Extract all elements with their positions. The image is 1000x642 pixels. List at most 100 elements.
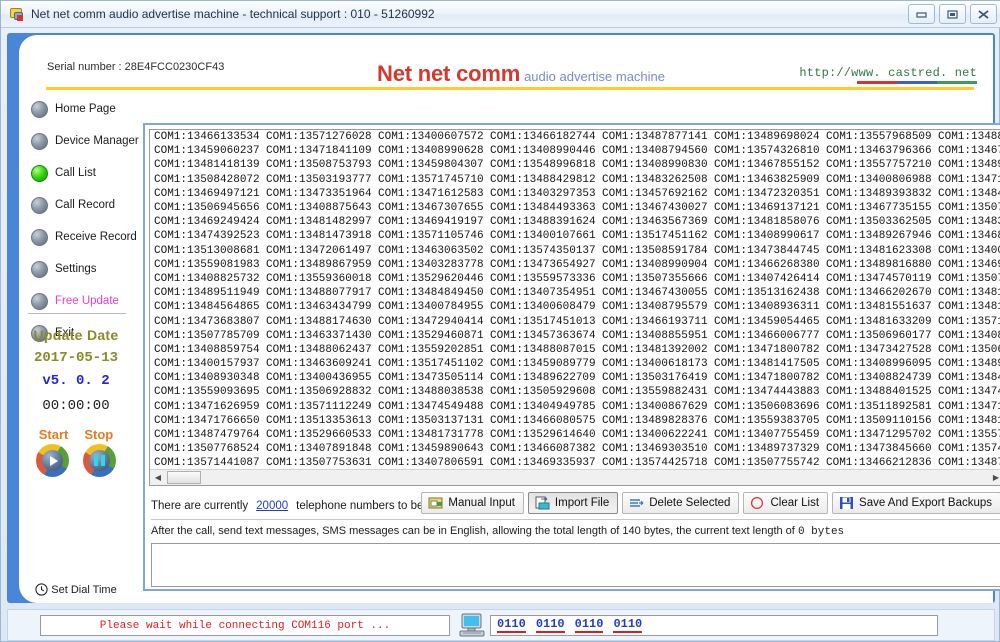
call-list-cell[interactable]: COM1:13506960177: [822, 330, 934, 342]
call-list-cell[interactable]: COM1:13548996818: [486, 159, 598, 171]
call-list-cell[interactable]: COM1:13529614640: [486, 429, 598, 441]
call-list-row[interactable]: COM1:13469249424 COM1:13481482997 COM1:134…: [150, 215, 1000, 229]
call-list-cell[interactable]: COM1:13408996095: [822, 358, 934, 370]
call-list-cell[interactable]: COM1:13557757210: [822, 159, 934, 171]
save-export-button[interactable]: Save And Export Backups: [832, 492, 1000, 514]
call-list-row[interactable]: COM1:13408825732 COM1:13559360018 COM1:135…: [150, 272, 1000, 286]
call-list-row[interactable]: COM1:13507785709 COM1:13463371430 COM1:135…: [150, 329, 1000, 343]
call-list-cell[interactable]: COM1:13481417505: [710, 358, 822, 370]
call-list-cell[interactable]: COM1:13400867629: [598, 401, 710, 413]
call-list-cell[interactable]: COM1:13507355666: [598, 273, 710, 285]
call-list-cell[interactable]: COM1:13466193711: [598, 316, 710, 328]
call-list-cell[interactable]: COM1:13559882431: [598, 386, 710, 398]
call-list-cell[interactable]: COM1:13403283778: [374, 259, 486, 271]
call-list-cell[interactable]: COM1:13487877141: [598, 131, 710, 143]
call-list-cell[interactable]: COM1:13472320351: [710, 188, 822, 200]
call-list-cell[interactable]: COM1:13473427528: [822, 344, 934, 356]
call-list-cell[interactable]: COM1:13505929608: [486, 386, 598, 398]
call-list-cell[interactable]: COM1:13468792933: [934, 230, 1000, 242]
call-list-cell[interactable]: COM1:13503193777: [262, 174, 374, 186]
website-link[interactable]: http://www. castred. net: [799, 66, 977, 84]
call-list-cell[interactable]: COM1:13408930348: [150, 372, 262, 384]
call-list-cell[interactable]: COM1:13489816880: [822, 259, 934, 271]
call-list-cell[interactable]: COM1:13472940414: [374, 316, 486, 328]
call-list-cell[interactable]: COM1:13481482997: [262, 216, 374, 228]
call-list-cell[interactable]: COM1:13489288079: [934, 159, 1000, 171]
call-list-cell[interactable]: COM1:13513162438: [710, 287, 822, 299]
call-list-cell[interactable]: COM1:13463567369: [598, 216, 710, 228]
call-list-cell[interactable]: COM1:13489698024: [710, 131, 822, 143]
call-list-cell[interactable]: COM1:13466133534: [150, 131, 262, 143]
call-list-row[interactable]: COM1:13559093695 COM1:13506928832 COM1:134…: [150, 385, 1000, 399]
call-list-cell[interactable]: COM1:13457692162: [598, 188, 710, 200]
call-list-cell[interactable]: COM1:13571105746: [374, 230, 486, 242]
call-list-cell[interactable]: COM1:13481418139: [150, 159, 262, 171]
call-list-cell[interactable]: COM1:13529660533: [262, 429, 374, 441]
call-list-cell[interactable]: COM1:13571441087: [150, 457, 262, 469]
call-list-cell[interactable]: COM1:13467855152: [710, 159, 822, 171]
call-list-cell[interactable]: COM1:13488077917: [262, 287, 374, 299]
call-list-cell[interactable]: COM1:13408859754: [150, 344, 262, 356]
call-list-cell[interactable]: COM1:13463825909: [710, 174, 822, 186]
call-list-cell[interactable]: COM1:13408855951: [598, 330, 710, 342]
call-list-cell[interactable]: COM1:13574425718: [598, 457, 710, 469]
call-list-cell[interactable]: COM1:13506083696: [710, 401, 822, 413]
call-list-cell[interactable]: COM1:13559081983: [150, 259, 262, 271]
call-list-cell[interactable]: COM1:13488038538: [374, 386, 486, 398]
call-list-row[interactable]: COM1:13559081983 COM1:13489867959 COM1:134…: [150, 258, 1000, 272]
call-list-cell[interactable]: COM1:13408990446: [486, 145, 598, 157]
manual-input-button[interactable]: Manual Input: [421, 492, 524, 514]
call-list-cell[interactable]: COM1:13400806988: [822, 174, 934, 186]
call-list-cell[interactable]: COM1:13459060237: [150, 145, 262, 157]
call-list-cell[interactable]: COM1:13559383705: [710, 415, 822, 427]
call-list-row[interactable]: COM1:13508428072 COM1:13503193777 COM1:135…: [150, 173, 1000, 187]
call-list-cell[interactable]: COM1:13508428072: [150, 174, 262, 186]
delete-selected-button[interactable]: Delete Selected: [622, 492, 740, 514]
call-list-cell[interactable]: COM1:13459054465: [710, 316, 822, 328]
call-list-cell[interactable]: COM1:13408990617: [710, 230, 822, 242]
call-list-cell[interactable]: COM1:13517451102: [374, 358, 486, 370]
call-list-cell[interactable]: COM1:13463434799: [262, 301, 374, 313]
call-list-cell[interactable]: COM1:13469249424: [150, 216, 262, 228]
set-dial-time-button[interactable]: Set Dial Time: [19, 583, 133, 596]
call-list-cell[interactable]: COM1:13574350137: [486, 245, 598, 257]
call-list-cell[interactable]: COM1:13487558808: [934, 457, 1000, 469]
call-list-cell[interactable]: COM1:13400622241: [598, 429, 710, 441]
call-list-cell[interactable]: COM1:13513008681: [150, 245, 262, 257]
sidebar-item-home-page[interactable]: Home Page: [25, 93, 133, 125]
call-list-row[interactable]: COM1:13513008681 COM1:13472061497 COM1:134…: [150, 244, 1000, 258]
call-list-cell[interactable]: COM1:13489793736: [934, 358, 1000, 370]
scrollbar-thumb[interactable]: [167, 471, 201, 484]
call-list-row[interactable]: COM1:13473683807 COM1:13488174630 COM1:134…: [150, 314, 1000, 328]
call-list-cell[interactable]: COM1:13467735155: [822, 202, 934, 214]
call-list-cell[interactable]: COM1:13463063502: [374, 245, 486, 257]
call-list-row[interactable]: COM1:13400157937 COM1:13463609241 COM1:135…: [150, 357, 1000, 371]
call-list-cell[interactable]: COM1:13467430055: [598, 287, 710, 299]
call-list-cell[interactable]: COM1:13507393231: [934, 202, 1000, 214]
call-list-cell[interactable]: COM1:13489393832: [822, 188, 934, 200]
call-list-cell[interactable]: COM1:13484691774: [934, 372, 1000, 384]
call-list-cell[interactable]: COM1:13469137121: [710, 202, 822, 214]
call-list-cell[interactable]: COM1:13408794560: [598, 145, 710, 157]
sidebar-item-call-record[interactable]: Call Record: [25, 189, 133, 221]
call-list-cell[interactable]: COM1:13489267946: [822, 230, 934, 242]
call-list-cell[interactable]: COM1:13571276028: [262, 131, 374, 143]
sidebar-item-settings[interactable]: Settings: [25, 253, 133, 285]
call-list-cell[interactable]: COM1:13459890643: [374, 443, 486, 455]
call-list-cell[interactable]: COM1:13408824739: [822, 372, 934, 384]
call-list-cell[interactable]: COM1:13466080575: [486, 415, 598, 427]
call-list-cell[interactable]: COM1:13408936311: [710, 301, 822, 313]
call-list-cell[interactable]: COM1:13459089779: [486, 358, 598, 370]
call-list-cell[interactable]: COM1:13473505114: [374, 372, 486, 384]
call-list-cell[interactable]: COM1:13469303510: [598, 443, 710, 455]
call-list-cell[interactable]: COM1:13469335520: [934, 259, 1000, 271]
call-list-row[interactable]: COM1:13471626959 COM1:13571112249 COM1:134…: [150, 400, 1000, 414]
call-list-cell[interactable]: COM1:13473845660: [822, 443, 934, 455]
call-list-cell[interactable]: COM1:13507785709: [150, 330, 262, 342]
call-list-cell[interactable]: COM1:13506928832: [262, 386, 374, 398]
stop-button[interactable]: [83, 444, 116, 477]
call-list-cell[interactable]: COM1:13473844745: [710, 245, 822, 257]
call-list-cell[interactable]: COM1:13507846920: [934, 273, 1000, 285]
sidebar-item-device-manager[interactable]: Device Manager: [25, 125, 139, 157]
call-list-cell[interactable]: COM1:13488401525: [822, 386, 934, 398]
